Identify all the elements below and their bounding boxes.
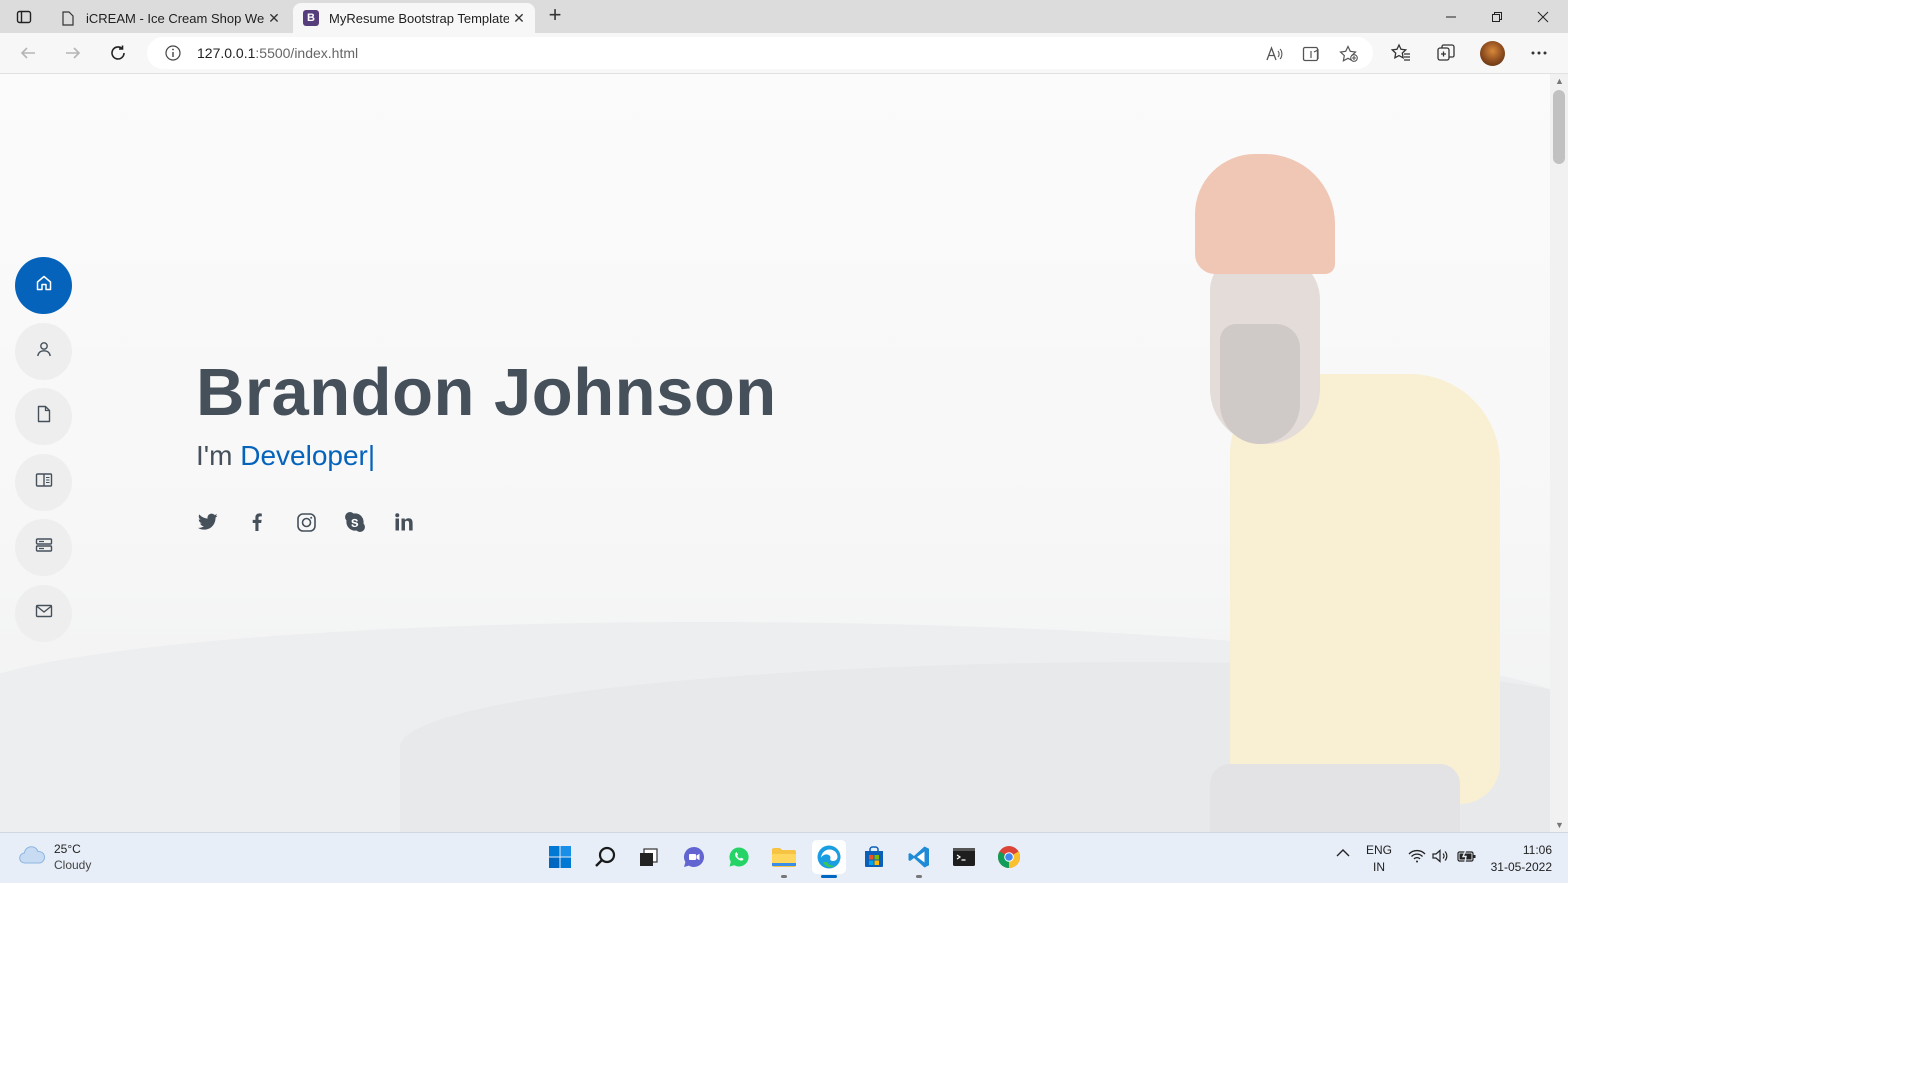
nav-about-button[interactable] [15,322,72,380]
active-indicator [821,875,837,878]
running-indicator [781,875,787,878]
nav-portfolio-button[interactable] [15,453,72,511]
tab-title: MyResume Bootstrap Template - [329,10,509,26]
tab-icream[interactable]: iCREAM - Ice Cream Shop Websi ✕ [50,3,290,33]
task-view-icon[interactable] [632,840,666,874]
book-icon [35,471,53,494]
twitter-icon[interactable] [196,510,220,534]
wifi-icon[interactable] [1408,849,1426,866]
system-clock[interactable]: 11:06 31-05-2022 [1486,842,1552,876]
tab-title: iCREAM - Ice Cream Shop Websi [86,10,264,26]
read-aloud-icon[interactable] [1263,43,1285,65]
profile-avatar[interactable] [1480,41,1505,66]
tab-actions-icon[interactable] [10,6,38,28]
refresh-icon[interactable] [104,39,132,67]
scroll-up-arrow-icon[interactable]: ▲ [1555,76,1564,86]
home-icon [35,274,53,297]
nav-services-button[interactable] [15,519,72,576]
typed-role: Developer [240,440,368,471]
volume-icon[interactable] [1432,849,1450,866]
search-icon[interactable] [588,840,622,874]
collections-icon[interactable] [1434,41,1458,65]
forward-arrow-icon[interactable] [59,39,87,67]
weather-temp: 25°C [54,842,81,856]
microsoft-store-icon[interactable] [857,840,891,874]
whatsapp-icon[interactable] [722,840,756,874]
battery-charging-icon[interactable] [1457,849,1477,866]
close-tab-icon[interactable]: ✕ [264,8,284,28]
chrome-icon[interactable] [992,840,1026,874]
restore-icon[interactable] [1474,0,1520,33]
file-explorer-icon[interactable] [767,840,801,878]
add-favorite-icon[interactable] [1338,43,1360,65]
terminal-icon[interactable] [947,840,981,874]
nav-home-button[interactable] [15,257,72,314]
show-hidden-icons-icon[interactable] [1336,847,1350,861]
vscode-icon[interactable] [902,840,936,878]
cloud-icon [18,845,46,870]
envelope-icon [35,603,53,624]
skype-icon[interactable] [343,510,367,534]
more-options-icon[interactable] [1527,41,1551,65]
url-text[interactable]: 127.0.0.1:5500/index.html [197,45,358,61]
start-button[interactable] [543,840,577,874]
weather-desc: Cloudy [54,858,92,872]
hero-subtitle: I'm Developer| [196,440,376,471]
scroll-thumb[interactable] [1553,90,1565,164]
close-tab-icon[interactable]: ✕ [509,8,529,28]
close-window-icon[interactable] [1520,0,1566,33]
windows-taskbar: 25°C Cloudy ENG IN 11:06 31-05-2022 [0,832,1568,883]
back-arrow-icon[interactable] [14,39,42,67]
edge-icon[interactable] [812,840,846,878]
weather-widget[interactable]: 25°C Cloudy [18,841,91,873]
bootstrap-favicon-icon: B [303,10,319,26]
minimize-icon[interactable] [1428,0,1474,33]
hero-background-photo [1190,154,1500,832]
browser-tab-strip: iCREAM - Ice Cream Shop Websi ✕ B MyResu… [0,0,1568,33]
facebook-icon[interactable] [245,510,269,534]
tab-myresume[interactable]: B MyResume Bootstrap Template - ✕ [293,3,535,33]
social-links [196,510,441,534]
immersive-reader-icon[interactable] [1301,43,1323,65]
page-viewport: Brandon Johnson I'm Developer| [0,74,1550,832]
nav-contact-button[interactable] [15,584,72,642]
person-icon [35,340,53,363]
page-scrollbar[interactable]: ▲ ▼ [1550,74,1568,832]
browser-toolbar: 127.0.0.1:5500/index.html [0,33,1568,74]
new-tab-button[interactable]: + [543,4,567,27]
file-icon [36,405,52,428]
teams-chat-icon[interactable] [677,840,711,874]
favorites-icon[interactable] [1389,41,1413,65]
site-info-icon[interactable] [165,45,181,66]
server-icon [35,536,53,559]
side-navigation [15,257,72,650]
linkedin-icon[interactable] [392,510,416,534]
page-icon [60,10,76,26]
typing-cursor: | [367,440,376,471]
address-bar[interactable]: 127.0.0.1:5500/index.html [147,37,1373,69]
nav-resume-button[interactable] [15,388,72,445]
scroll-down-arrow-icon[interactable]: ▼ [1555,820,1564,830]
hero-name: Brandon Johnson [196,355,777,430]
instagram-icon[interactable] [294,510,318,534]
running-indicator [916,875,922,878]
language-indicator[interactable]: ENG IN [1366,842,1392,876]
